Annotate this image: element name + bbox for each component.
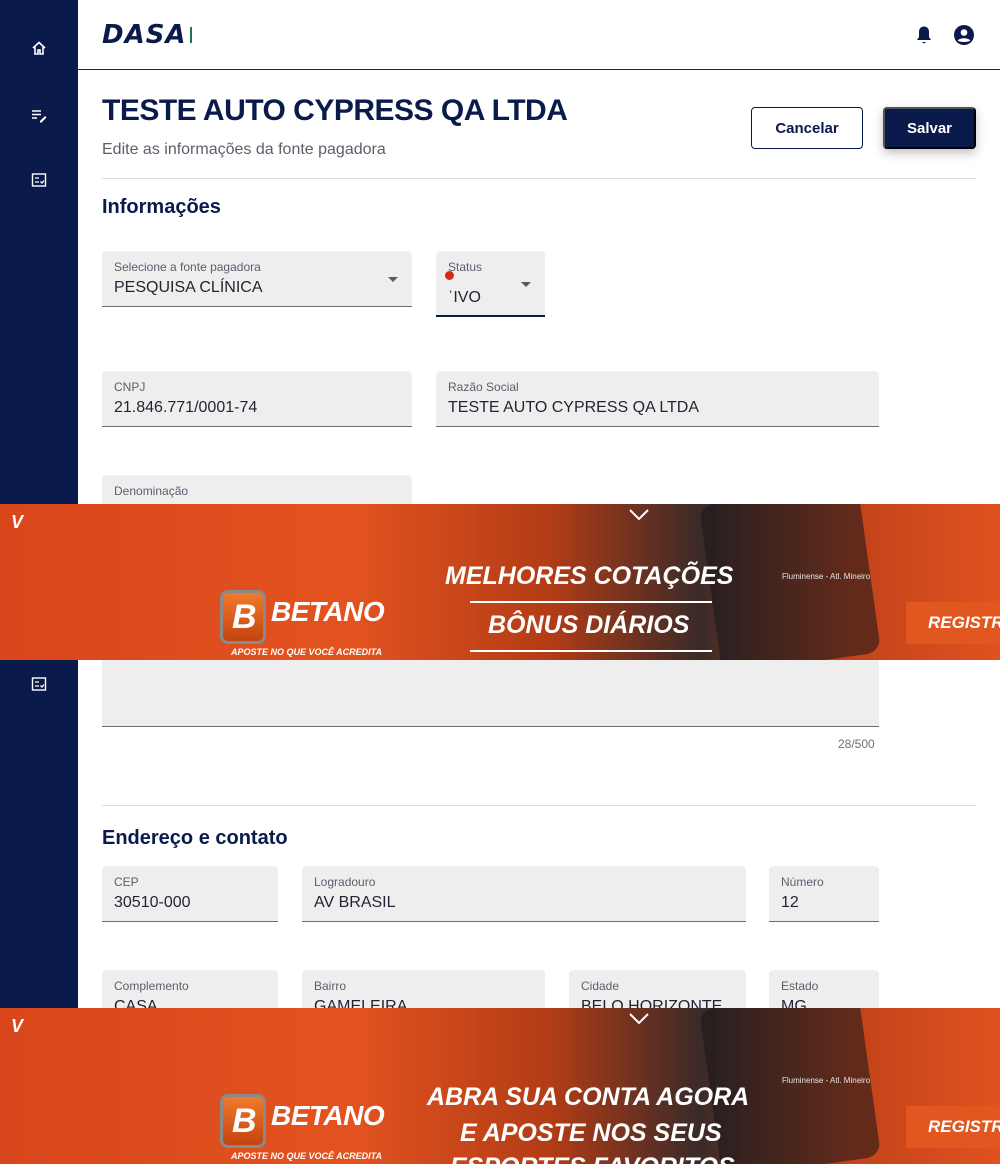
ad-register-button[interactable]: REGISTR bbox=[906, 1106, 1000, 1148]
cnpj-field[interactable]: CNPJ 21.846.771/0001-74 bbox=[102, 371, 412, 427]
ad-brand: BETANO bbox=[271, 596, 385, 627]
page-subtitle: Edite as informações da fonte pagadora bbox=[102, 141, 386, 158]
home-icon[interactable] bbox=[27, 36, 51, 60]
edit-list-icon[interactable] bbox=[27, 103, 51, 127]
bell-icon[interactable] bbox=[912, 23, 936, 47]
field-value: ˈIVO bbox=[448, 289, 481, 306]
observacoes-textarea[interactable] bbox=[102, 660, 879, 727]
field-label: Estado bbox=[781, 979, 819, 993]
cancel-button[interactable]: Cancelar bbox=[751, 107, 863, 149]
field-value: AV BRASIL bbox=[314, 894, 396, 911]
ad-tagline: APOSTE NO QUE VOCÊ ACREDITA bbox=[231, 647, 383, 657]
field-label: Cidade bbox=[581, 979, 620, 993]
ad-divider bbox=[470, 601, 712, 603]
logradouro-field[interactable]: Logradouro AV BRASIL bbox=[302, 866, 746, 922]
ad-banner[interactable]: Fluminense - Atl. Mineiro V B BETANO APO… bbox=[0, 1008, 1000, 1164]
field-label: CNPJ bbox=[114, 380, 146, 394]
ad-headline-2: E APOSTE NOS SEUS bbox=[460, 1119, 722, 1147]
field-value: PESQUISA CLÍNICA bbox=[114, 279, 263, 296]
save-button[interactable]: Salvar bbox=[883, 107, 976, 149]
ad-brand: BETANO bbox=[271, 1100, 385, 1131]
ad-provider-logo[interactable]: V bbox=[11, 512, 23, 533]
ad-register-button[interactable]: REGISTR bbox=[906, 602, 1000, 644]
section-title-informacoes: Informações bbox=[102, 196, 221, 218]
page-title: TESTE AUTO CYPRESS QA LTDA bbox=[102, 94, 568, 127]
fonte-pagadora-select[interactable]: Selecione a fonte pagadora PESQUISA CLÍN… bbox=[102, 251, 412, 307]
field-label: Selecione a fonte pagadora bbox=[114, 260, 261, 274]
header-divider bbox=[102, 178, 976, 179]
dasa-logo[interactable]: DASA bbox=[102, 20, 187, 50]
ad-headline-2: BÔNUS DIÁRIOS bbox=[488, 611, 690, 639]
status-select[interactable]: Status ˈIVO bbox=[436, 251, 545, 317]
chevron-down-icon bbox=[521, 282, 531, 287]
notification-dot-icon bbox=[445, 271, 454, 280]
field-label: Denominação bbox=[114, 484, 189, 498]
field-label: CEP bbox=[114, 875, 139, 889]
ad-headline-1: ABRA SUA CONTA AGORA bbox=[427, 1083, 750, 1111]
cep-field[interactable]: CEP 30510-000 bbox=[102, 866, 278, 922]
ad-match-text: Fluminense - Atl. Mineiro bbox=[782, 1076, 871, 1085]
ad-divider bbox=[470, 650, 712, 652]
ad-headline-1: MELHORES COTAÇÕES bbox=[445, 562, 734, 590]
numero-field[interactable]: Número 12 bbox=[769, 866, 879, 922]
topbar: DASA bbox=[78, 0, 1000, 70]
field-value: 30510-000 bbox=[114, 894, 191, 911]
checklist-icon[interactable] bbox=[27, 672, 51, 696]
field-label: Logradouro bbox=[314, 875, 376, 889]
field-value: TESTE AUTO CYPRESS QA LTDA bbox=[448, 399, 700, 416]
app-root: DASA TESTE AUTO CYPRESS QA LTDA Edite as… bbox=[0, 0, 1000, 1164]
field-value: 12 bbox=[781, 894, 799, 911]
chevron-down-icon[interactable] bbox=[628, 1012, 650, 1026]
field-label: Razão Social bbox=[448, 380, 519, 394]
betano-b-icon: B bbox=[232, 1102, 257, 1140]
ad-match-text: Fluminense - Atl. Mineiro bbox=[782, 572, 871, 581]
ad-provider-logo[interactable]: V bbox=[11, 1016, 23, 1037]
ad-banner[interactable]: Fluminense - Atl. Mineiro V B BETANO APO… bbox=[0, 504, 1000, 660]
ad-headline-3: ESPORTES FAVORITOS bbox=[450, 1153, 735, 1164]
betano-b-icon: B bbox=[232, 598, 257, 636]
field-label: Número bbox=[781, 875, 824, 889]
logo-separator bbox=[190, 27, 192, 43]
section-title-endereco: Endereço e contato bbox=[102, 827, 288, 849]
ad-tagline: APOSTE NO QUE VOCÊ ACREDITA bbox=[231, 1151, 383, 1161]
field-label: Bairro bbox=[314, 979, 347, 993]
user-circle-icon[interactable] bbox=[952, 23, 976, 47]
section-divider bbox=[102, 805, 976, 806]
chevron-down-icon[interactable] bbox=[628, 508, 650, 522]
checklist-icon[interactable] bbox=[27, 168, 51, 192]
field-value: 21.846.771/0001-74 bbox=[114, 399, 258, 416]
field-label: Complemento bbox=[114, 979, 189, 993]
char-counter: 28/500 bbox=[838, 737, 875, 751]
chevron-down-icon bbox=[388, 277, 398, 282]
razao-social-field[interactable]: Razão Social TESTE AUTO CYPRESS QA LTDA bbox=[436, 371, 879, 427]
